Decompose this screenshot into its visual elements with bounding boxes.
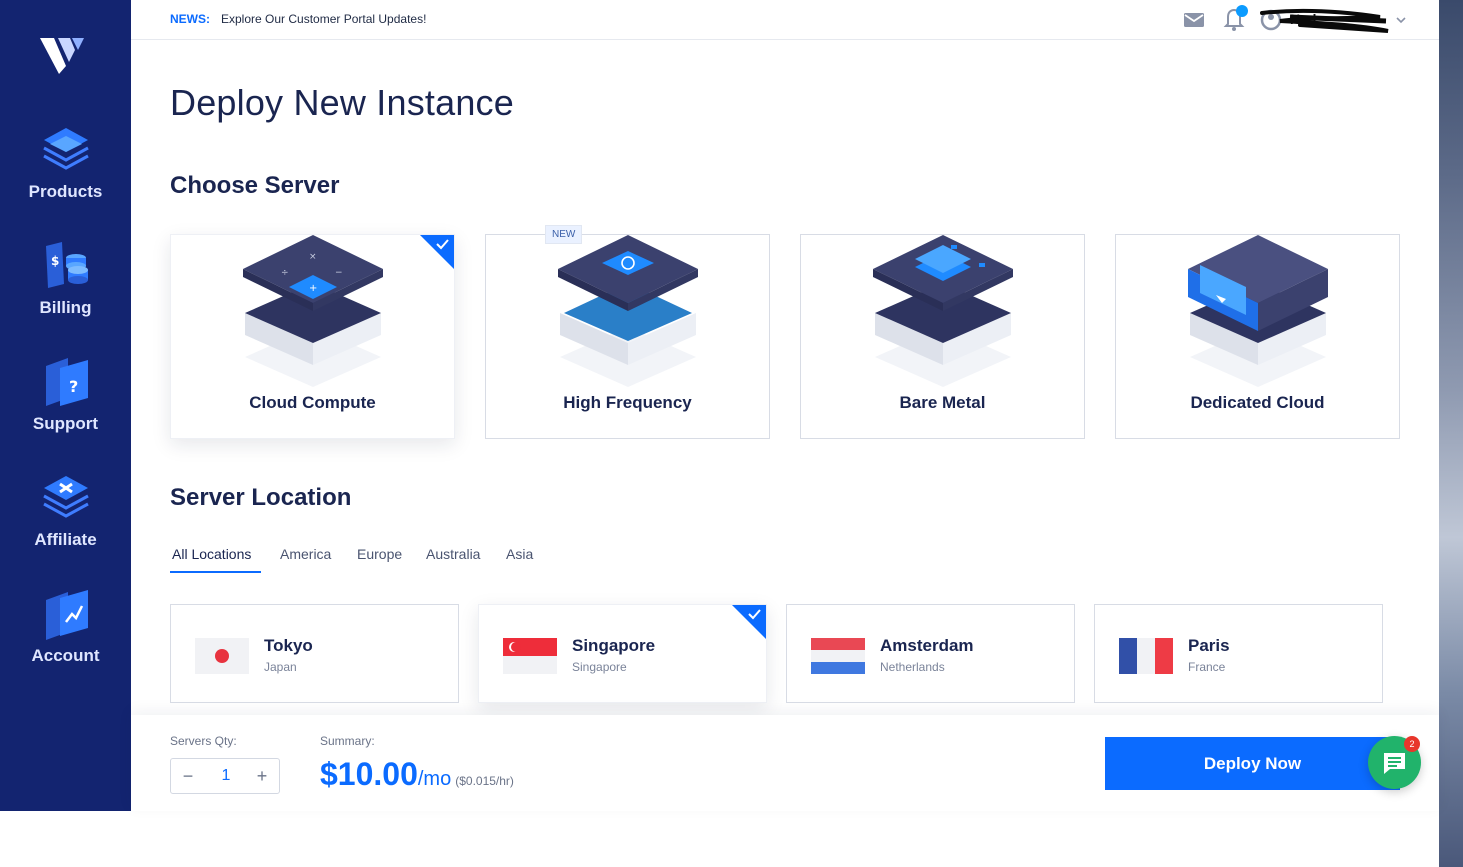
redaction-scribble	[1260, 8, 1389, 33]
tab-all-locations[interactable]: All Locations	[172, 546, 251, 562]
news-link[interactable]: Explore Our Customer Portal Updates!	[221, 12, 426, 26]
location-card-tokyo[interactable]: Tokyo Japan	[170, 604, 459, 703]
price-amount: $10.00	[320, 756, 418, 792]
affiliate-icon	[42, 476, 89, 518]
chat-notification-badge: 2	[1404, 736, 1420, 752]
deploy-now-button[interactable]: Deploy Now	[1105, 737, 1400, 790]
vultr-logo-icon[interactable]	[40, 36, 86, 76]
sidebar: Products $ Billing ? Support Affiliate A…	[0, 0, 131, 811]
tab-australia[interactable]: Australia	[426, 546, 480, 562]
server-card-label: Bare Metal	[899, 393, 986, 412]
app-root: Products $ Billing ? Support Affiliate A…	[0, 0, 1463, 867]
tab-america[interactable]: America	[280, 546, 331, 562]
cloud-compute-illustration: + × ÷ −	[243, 235, 383, 387]
sidebar-item-label: Billing	[39, 298, 92, 317]
dedicated-cloud-illustration	[1188, 235, 1328, 387]
billing-icon: $	[45, 242, 88, 288]
sidebar-item-label: Products	[28, 182, 103, 201]
location-country: France	[1188, 660, 1226, 674]
japan-flag-icon	[195, 638, 249, 674]
server-card-cloud-compute[interactable]: + × ÷ − Cloud Compute	[170, 234, 455, 439]
server-card-label: Cloud Compute	[249, 393, 376, 412]
singapore-flag-icon	[503, 638, 557, 674]
sidebar-item-label: Account	[31, 646, 100, 665]
sidebar-item-label: Support	[32, 414, 99, 433]
netherlands-flag-icon	[811, 638, 865, 674]
bell-icon[interactable]	[1223, 4, 1249, 32]
top-bar: NEWS: Explore Our Customer Portal Update…	[131, 0, 1439, 40]
support-icon: ?	[45, 358, 88, 406]
selected-check-icon	[732, 605, 766, 639]
svg-text:−: −	[335, 268, 343, 278]
desktop-background	[1439, 0, 1463, 867]
tab-europe[interactable]: Europe	[357, 546, 402, 562]
sidebar-item-support[interactable]: ? Support	[0, 354, 131, 454]
france-flag-icon	[1119, 638, 1173, 674]
location-card-paris[interactable]: Paris France	[1094, 604, 1383, 703]
svg-text:$: $	[51, 254, 59, 268]
location-card-amsterdam[interactable]: Amsterdam Netherlands	[786, 604, 1075, 703]
chevron-down-icon	[1396, 17, 1406, 24]
qty-input[interactable]	[206, 764, 246, 788]
server-card-label: Dedicated Cloud	[1190, 393, 1325, 412]
location-city: Tokyo	[264, 636, 313, 655]
price-period: /mo	[417, 768, 452, 790]
location-country: Japan	[264, 660, 297, 674]
active-tab-indicator	[170, 571, 261, 573]
user-menu[interactable]: Nad	[1260, 7, 1406, 33]
increase-qty-button[interactable]: +	[247, 764, 277, 788]
tab-asia[interactable]: Asia	[506, 546, 533, 562]
location-country: Netherlands	[880, 660, 945, 674]
location-city: Amsterdam	[880, 636, 974, 655]
svg-text:÷: ÷	[281, 268, 289, 278]
location-city: Singapore	[572, 636, 656, 655]
location-card-singapore[interactable]: Singapore Singapore	[478, 604, 767, 703]
quantity-stepper: − +	[170, 758, 280, 794]
news-tag: NEWS:	[170, 12, 210, 26]
sidebar-item-affiliate[interactable]: Affiliate	[0, 470, 131, 570]
mail-icon[interactable]	[1183, 9, 1205, 31]
server-card-bare-metal[interactable]: Bare Metal	[800, 234, 1085, 439]
layers-icon	[42, 128, 89, 170]
bare-metal-illustration	[873, 235, 1013, 387]
server-location-title: Server Location	[170, 484, 352, 511]
svg-text:×: ×	[309, 252, 317, 262]
sidebar-item-products[interactable]: Products	[0, 122, 131, 222]
price-summary: $10.00/mo ($0.015/hr)	[320, 756, 514, 793]
account-icon	[45, 590, 88, 640]
new-badge: NEW	[545, 225, 583, 244]
location-city: Paris	[1188, 636, 1230, 655]
decrease-qty-button[interactable]: −	[173, 764, 203, 788]
choose-server-title: Choose Server	[170, 172, 340, 199]
server-card-high-frequency[interactable]: High Frequency	[485, 234, 770, 439]
sidebar-item-billing[interactable]: $ Billing	[0, 238, 131, 338]
servers-qty-label: Servers Qty:	[170, 734, 237, 748]
svg-text:+: +	[309, 283, 317, 294]
selected-check-icon	[420, 235, 454, 269]
location-country: Singapore	[572, 660, 627, 674]
price-hourly: ($0.015/hr)	[455, 774, 514, 788]
sidebar-item-account[interactable]: Account	[0, 586, 131, 686]
summary-label: Summary:	[320, 734, 375, 748]
high-frequency-illustration	[558, 235, 698, 387]
sidebar-item-label: Affiliate	[34, 530, 97, 549]
svg-text:?: ?	[69, 377, 78, 396]
deploy-summary-bar: Servers Qty: − + Summary: $10.00/mo($0.0…	[131, 715, 1439, 811]
page-title: Deploy New Instance	[170, 82, 514, 123]
server-card-label: High Frequency	[563, 393, 692, 412]
server-card-dedicated-cloud[interactable]: Dedicated Cloud	[1115, 234, 1400, 439]
